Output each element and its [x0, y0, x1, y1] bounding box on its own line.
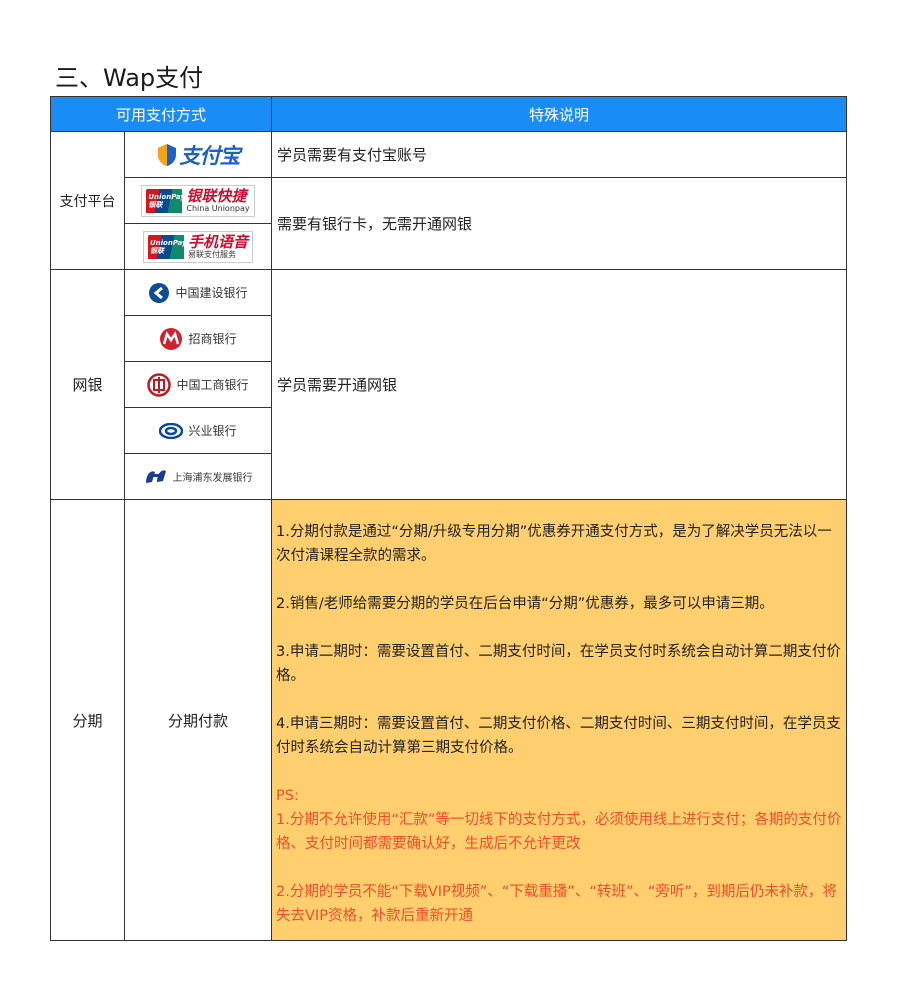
alipay-logo: 支付宝 — [125, 132, 271, 177]
installment-notes: 1.分期付款是通过“分期/升级专用分期”优惠券开通支付方式，是为了解决学员无法以… — [276, 520, 842, 928]
page-heading: 三、Wap支付 — [55, 64, 204, 92]
note-alipay: 学员需要有支付宝账号 — [277, 146, 428, 164]
section-label-installment: 分期 — [72, 711, 103, 730]
bank-name: 中国建设银行 — [175, 286, 248, 300]
bank-cib: 兴业银行 — [125, 408, 271, 453]
header-special-notes: 特殊说明 — [272, 97, 846, 131]
section-label-netbank: 网银 — [72, 376, 103, 394]
unionpay-quick-title: 银联快捷 — [186, 186, 247, 205]
unionpay-quick-sub: China Unionpay — [186, 203, 250, 213]
icbc-logo-icon — [147, 372, 172, 397]
installment-note-2: 2.销售/老师给需要分期的学员在后台申请“分期”优惠券，最多可以申请三期。 — [276, 596, 774, 612]
header-payment-methods: 可用支付方式 — [51, 97, 271, 131]
note-unionpay: 需要有银行卡，无需开通网银 — [277, 215, 473, 233]
bank-name: 中国工商银行 — [176, 378, 249, 392]
unionpay-badge-icon: UnionPay 银联 — [146, 188, 183, 213]
installment-note-4: 4.申请三期时：需要设置首付、二期支付价格、二期支付时间、三期支付时间，在学员支… — [276, 716, 841, 756]
bank-ccb: 中国建设银行 — [125, 270, 271, 315]
unionpay-quick-logo: UnionPay 银联 银联快捷 China Unionpay — [125, 178, 271, 223]
cib-logo-icon — [159, 422, 184, 439]
cmb-logo-icon — [160, 327, 183, 350]
bank-cmb: 招商银行 — [125, 316, 271, 361]
alipay-logo-text: 支付宝 — [179, 143, 241, 168]
ps-note-1: 1.分期不允许使用“汇款”等一切线下的支付方式，必须使用线上进行支付；各期的支付… — [276, 812, 842, 852]
unionpay-phone-logo: UnionPay 银联 手机语音 易联支付服务 — [125, 224, 271, 269]
bank-name: 上海浦东发展银行 — [172, 473, 253, 484]
unionpay-phone-title: 手机语音 — [187, 232, 248, 251]
ps-label: PS: — [276, 788, 299, 804]
spdb-logo-icon — [145, 469, 166, 483]
bank-name: 兴业银行 — [188, 424, 237, 438]
installment-note-1: 1.分期付款是通过“分期/升级专用分期”优惠券开通支付方式，是为了解决学员无法以… — [276, 524, 832, 564]
installment-note-3: 3.申请二期时：需要设置首付、二期支付时间，在学员支付时系统会自动计算二期支付价… — [276, 644, 841, 684]
section-label-platform: 支付平台 — [59, 193, 116, 210]
alipay-shield-icon — [157, 143, 176, 166]
unionpay-badge-icon: UnionPay 银联 — [147, 234, 184, 259]
ps-note-2: 2.分期的学员不能“下载VIP视频”、“下载重播”、“转班”、“旁听”，到期后仍… — [276, 884, 837, 924]
bank-name: 招商银行 — [188, 332, 237, 346]
bank-spdb: 上海浦东发展银行 — [125, 454, 271, 499]
bank-icbc: 中国工商银行 — [125, 362, 271, 407]
note-netbank: 学员需要开通网银 — [277, 376, 398, 394]
ccb-logo-icon — [149, 282, 170, 303]
installment-method: 分期付款 — [167, 711, 228, 730]
unionpay-phone-sub: 易联支付服务 — [187, 249, 236, 259]
